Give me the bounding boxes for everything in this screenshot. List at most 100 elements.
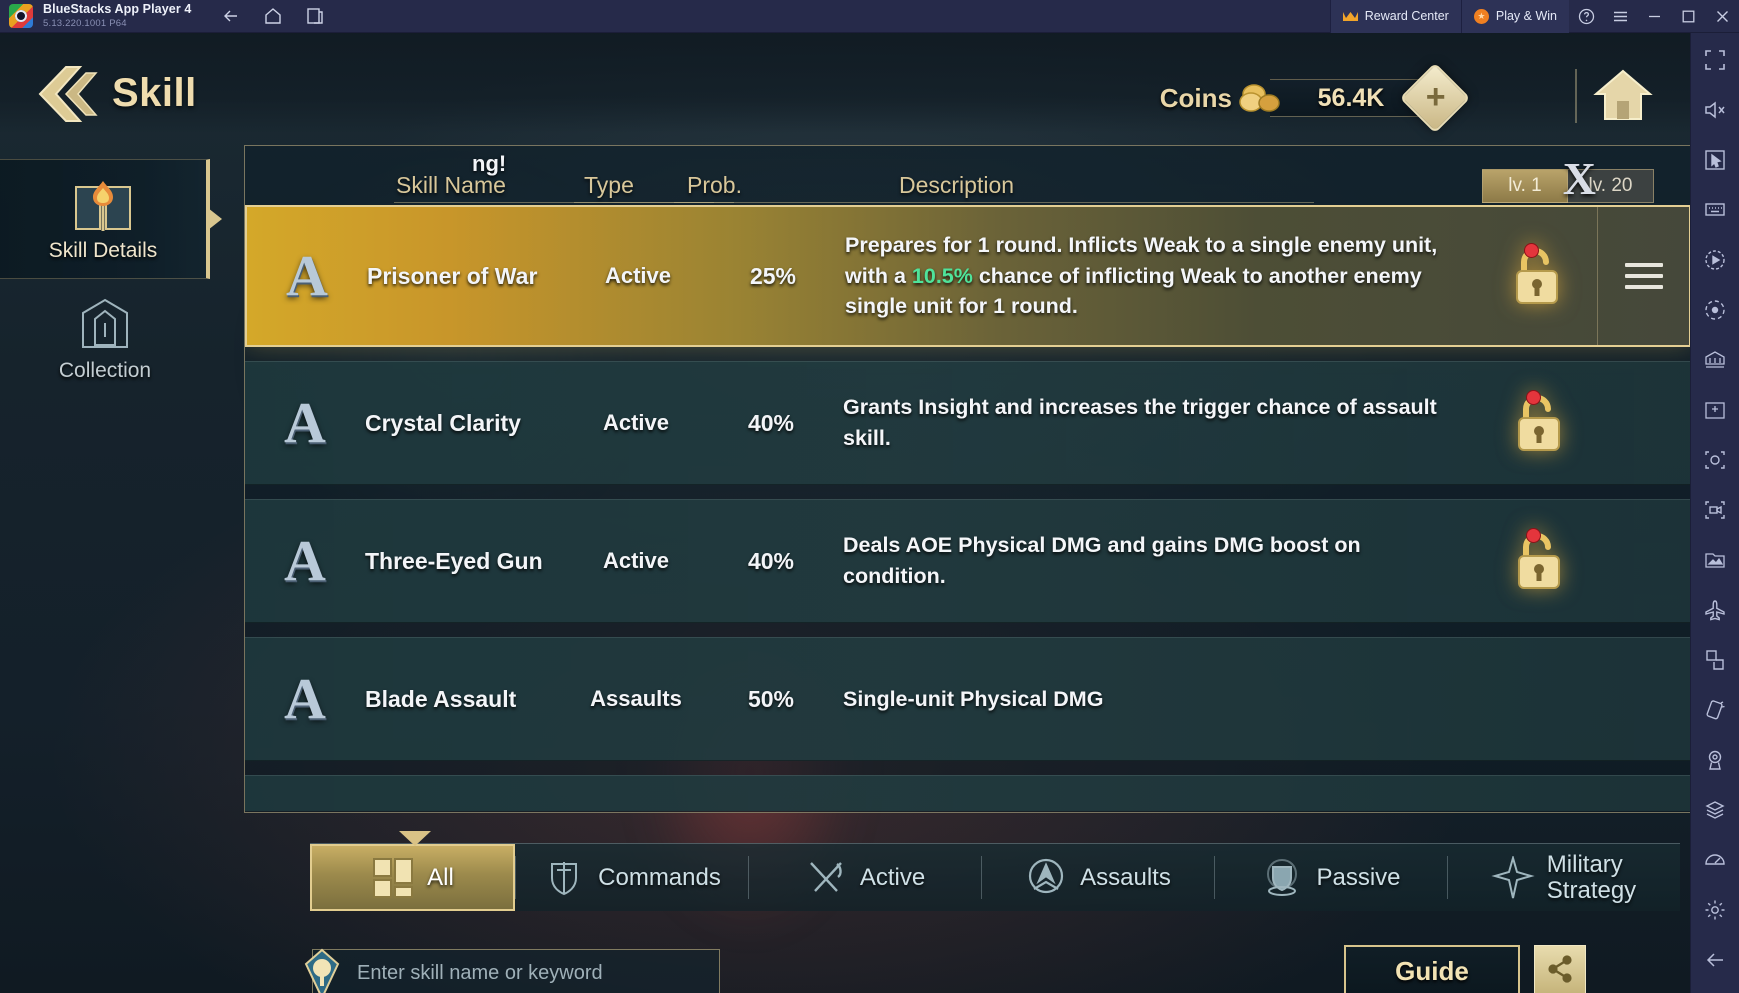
desc-highlight: 10.5% [911,263,973,288]
sidebar-item-label: Skill Details [48,239,158,262]
close-icon[interactable]: X [1563,155,1596,201]
skill-name: Three-Eyed Gun [365,547,543,574]
share-icon [1546,954,1574,988]
performance-icon[interactable] [1700,845,1730,875]
list-menu-icon [1624,263,1663,289]
skill-description: Grants Insight and increases the trigger… [843,395,1437,450]
back-icon[interactable] [1700,945,1730,975]
help-icon[interactable] [1569,0,1603,33]
shake-icon[interactable] [1700,695,1730,725]
unlock-icon[interactable] [1511,390,1567,454]
back-arrow-badge-icon[interactable] [36,63,104,125]
skill-prob: 25% [749,262,797,289]
table-row[interactable] [245,775,1690,811]
skill-grade: A [245,394,365,452]
skill-description: Prepares for 1 round. Inflicts Weak to a… [833,230,1477,322]
grade-letter: A [284,666,326,731]
lock-cell[interactable] [1479,390,1599,454]
page-title: Skill [112,71,197,115]
eco-mode-icon[interactable] [1700,295,1730,325]
column-header-type: Type [584,172,634,198]
airplane-icon[interactable] [1700,595,1730,625]
lock-cell[interactable] [1479,528,1599,592]
skill-prob: 50% [747,685,795,712]
guide-button[interactable]: Guide [1344,945,1520,993]
coins-label: Coins [1159,82,1232,113]
skill-description: Deals AOE Physical DMG and gains DMG boo… [843,533,1361,588]
table-row[interactable]: A Blade Assault Assaults 50% Single-unit… [245,637,1690,761]
arrow-chevron-icon [1024,856,1068,900]
lock-cell[interactable] [1477,243,1597,307]
active-tab-arrow-icon [398,831,431,846]
skill-grade: A [245,670,365,728]
skill-book-icon [70,175,136,233]
table-row[interactable]: A Crystal Clarity Active 40% Grants Insi… [245,361,1690,485]
cursor-icon[interactable] [1700,145,1730,175]
multi-instance-manager-icon[interactable] [1700,345,1730,375]
home-house-icon[interactable] [1592,67,1654,123]
notification-badge [1526,390,1541,405]
skill-type: Active [604,263,672,288]
share-button[interactable] [1534,945,1586,993]
settings-icon[interactable] [1700,895,1730,925]
install-apk-icon[interactable] [1700,395,1730,425]
column-header-description: Description [899,172,1015,198]
reward-center-button[interactable]: Reward Center [1329,0,1461,33]
close-icon[interactable] [1705,0,1739,33]
tab-military-strategy[interactable]: Military Strategy [1447,844,1680,911]
header-divider [1575,69,1577,123]
search-input[interactable] [357,961,697,985]
minimize-icon[interactable] [1637,0,1671,33]
toast-text-fragment: ng! [472,151,507,176]
unlock-icon[interactable] [1511,528,1567,592]
coins-value: 56.4K [1317,83,1385,112]
shield-aura-icon [1260,856,1304,900]
record-video-icon[interactable] [1700,495,1730,525]
menu-icon[interactable] [1603,0,1637,33]
media-manager-icon[interactable] [1700,545,1730,575]
grade-letter: A [284,390,326,455]
tab-label: All [427,863,454,891]
sidebar-item-collection[interactable]: Collection [0,279,210,399]
coin-stack-icon [1238,83,1284,113]
tab-passive[interactable]: Passive [1214,844,1447,911]
layers-icon[interactable] [1700,795,1730,825]
skill-type: Active [602,548,670,573]
screenshot-icon[interactable] [1700,445,1730,475]
table-row[interactable]: A Three-Eyed Gun Active 40% Deals AOE Ph… [245,499,1690,623]
keyboard-icon[interactable] [1700,195,1730,225]
search-bar[interactable] [304,948,720,993]
skill-name: Prisoner of War [367,262,538,289]
tab-assaults[interactable]: Assaults [981,844,1214,911]
home-icon[interactable] [263,6,283,26]
level-option-lv1[interactable]: lv. 1 [1482,169,1568,203]
crossed-weapons-icon [804,856,848,900]
tab-all[interactable]: All [310,831,515,911]
tab-active[interactable]: Active [748,844,981,911]
notification-badge [1526,528,1541,543]
table-row[interactable]: A Prisoner of War Active 25% Prepares fo… [245,205,1690,347]
back-icon[interactable] [221,6,241,26]
row-menu-button[interactable] [1597,207,1689,345]
column-header-prob: Prob. [687,172,742,198]
play-and-win-button[interactable]: ★ Play & Win [1460,0,1569,33]
app-version: 5.13.220.1001 P64 [43,17,127,29]
multi-instance-icon[interactable] [305,6,325,26]
macro-record-icon[interactable] [1700,245,1730,275]
rotate-icon[interactable] [1700,645,1730,675]
game-header: Skill Coins 56.4K + [0,33,1690,134]
maximize-icon[interactable] [1671,0,1705,33]
play-and-win-label: Play & Win [1495,9,1557,23]
sword-shield-icon [542,856,586,900]
mute-icon[interactable] [1700,95,1730,125]
unlock-icon[interactable] [1509,243,1565,307]
notification-badge [1524,243,1539,258]
tab-commands[interactable]: Commands [515,844,748,911]
grid-blocks-icon [371,856,415,900]
location-icon[interactable] [1700,745,1730,775]
tab-label: Active [859,863,926,891]
grade-letter: A [286,243,328,308]
skill-row-list[interactable]: A Prisoner of War Active 25% Prepares fo… [245,205,1690,811]
sidebar-item-skill-details[interactable]: Skill Details [0,159,222,279]
fullscreen-icon[interactable] [1700,45,1730,75]
